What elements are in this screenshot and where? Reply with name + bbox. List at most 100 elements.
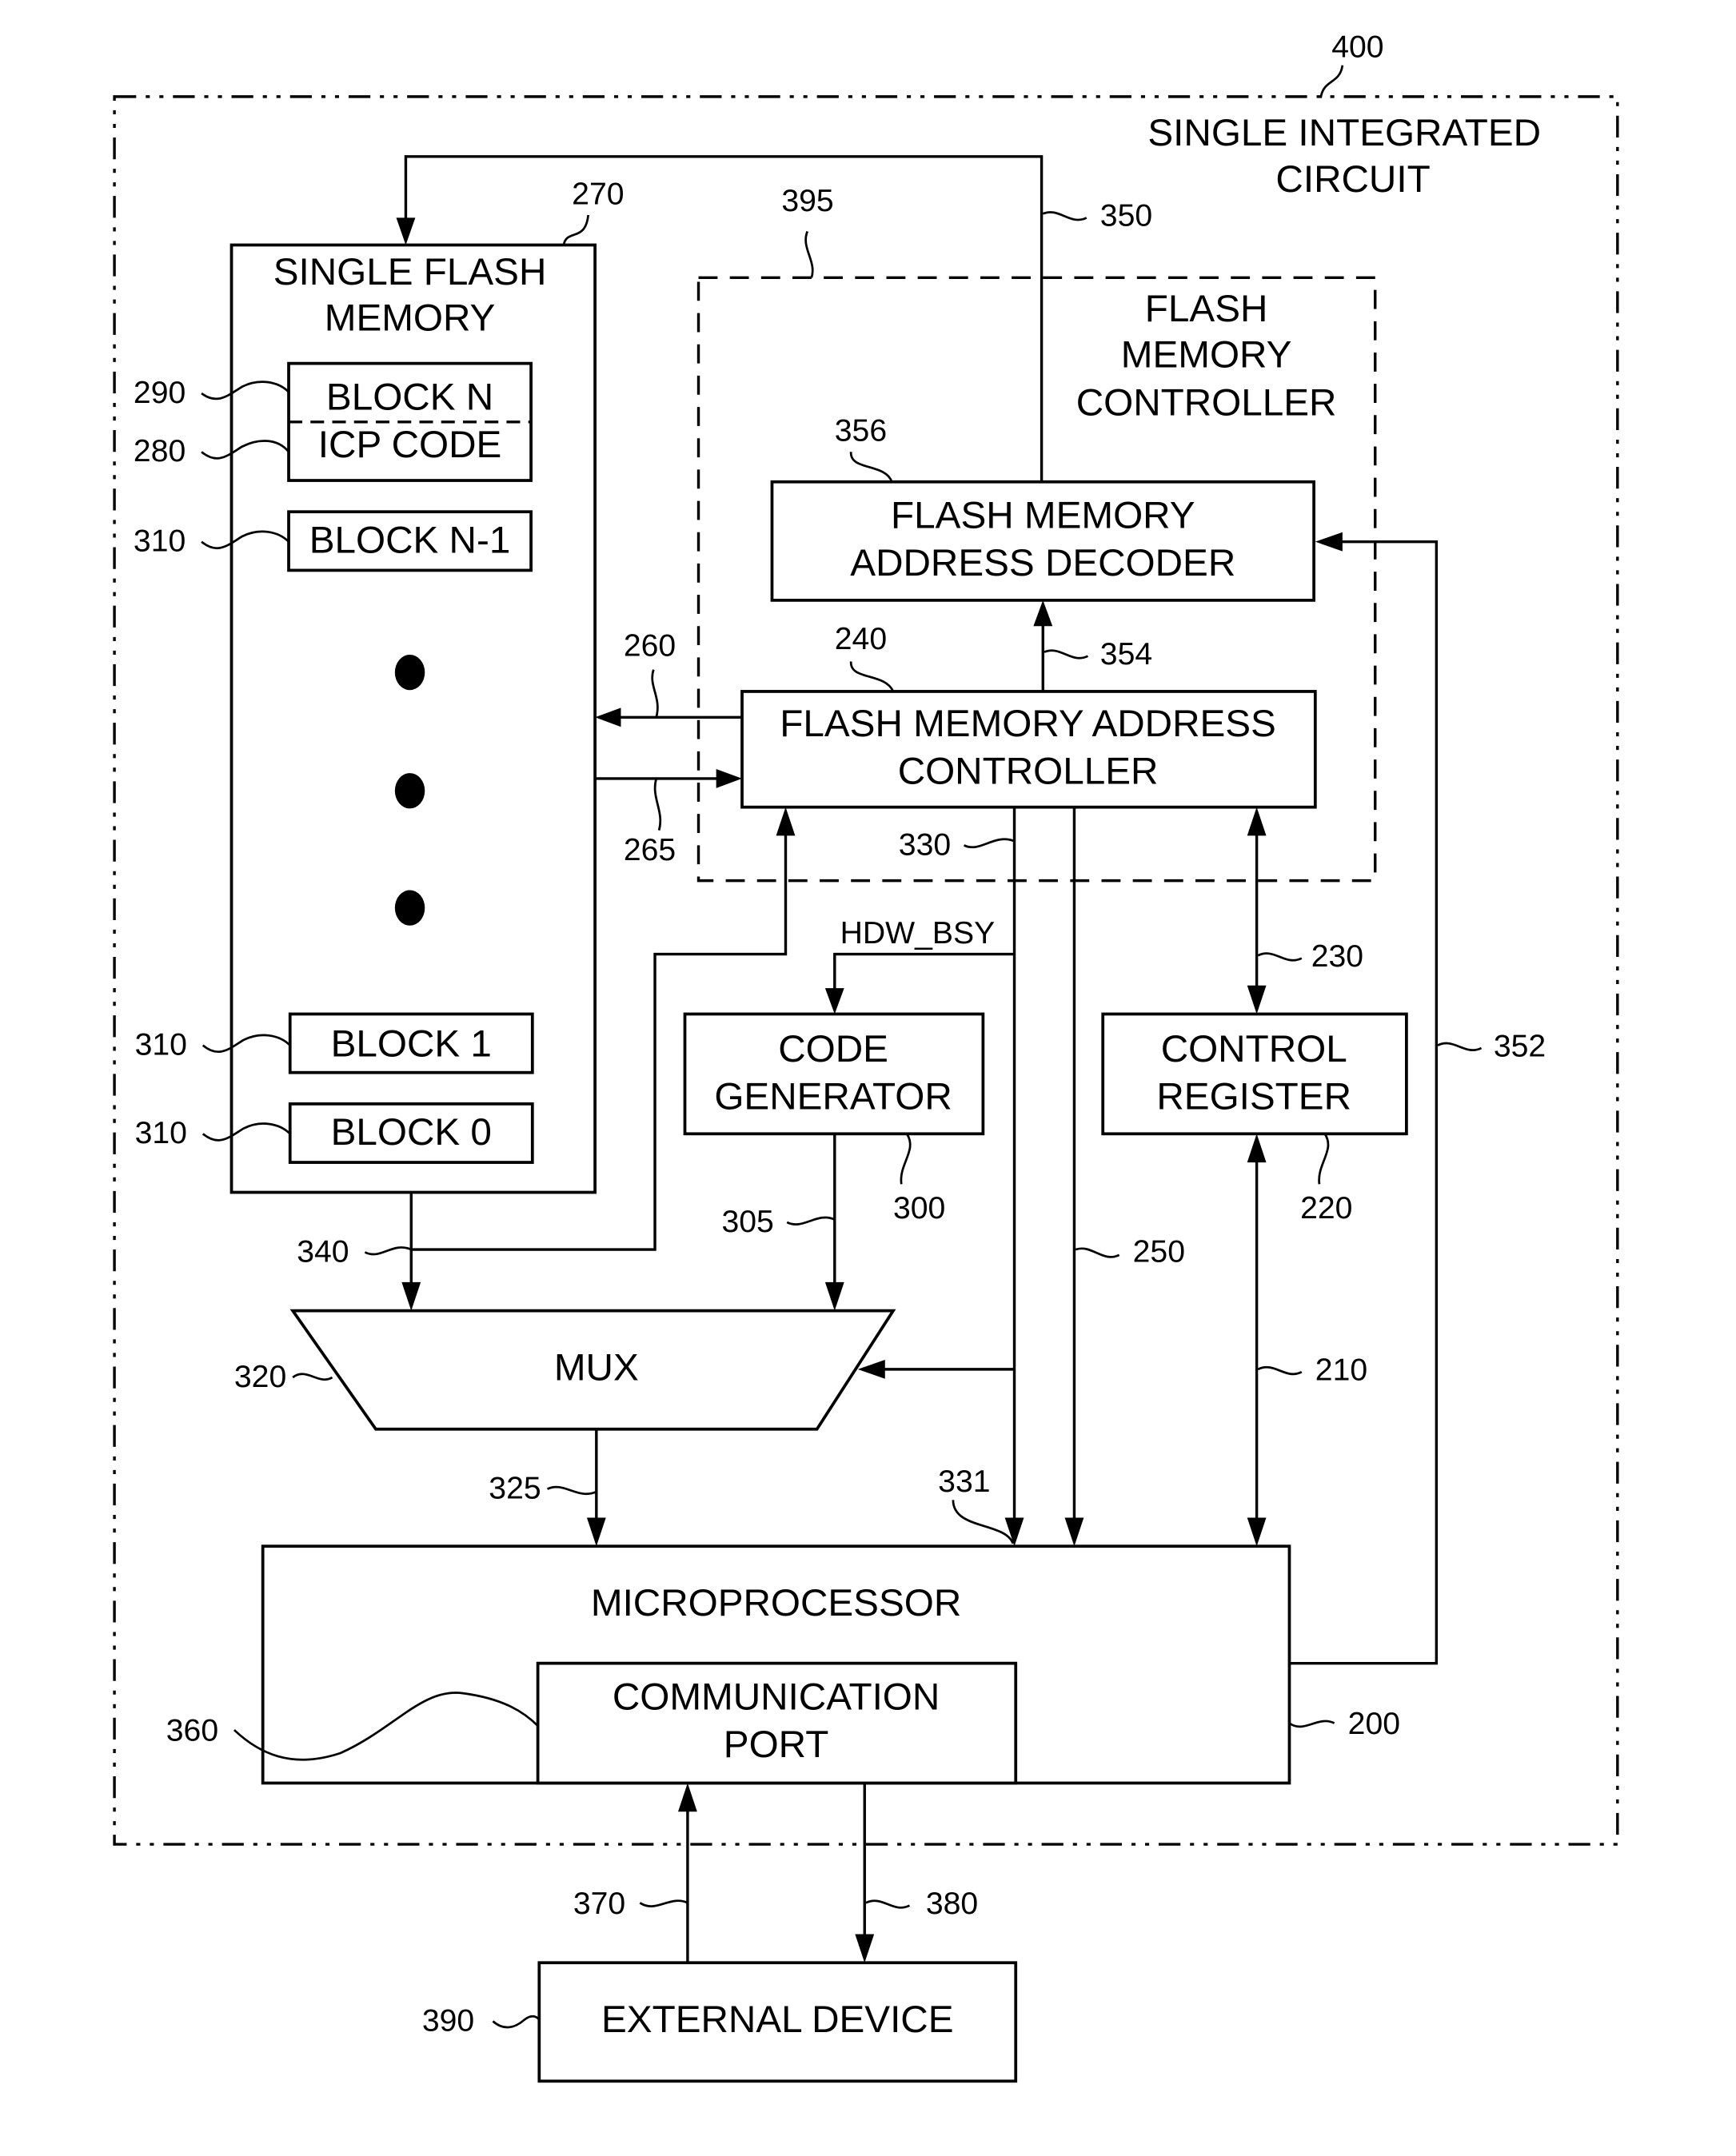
signal-380-arrowhead (855, 1934, 875, 1963)
block-n-label: BLOCK N (326, 376, 493, 418)
address-controller-leader (849, 661, 895, 692)
address-controller-line-1: FLASH MEMORY ADDRESS (780, 703, 1276, 745)
block-n-minus-1-ref: 310 (134, 524, 186, 559)
signal-380-leader (865, 1899, 911, 1909)
block-1-ref: 310 (135, 1028, 187, 1062)
signal-260-leader (651, 669, 659, 718)
microprocessor-ref: 200 (1348, 1707, 1400, 1741)
signal-352-arrowhead (1315, 532, 1343, 552)
control-register-line-1: CONTROL (1161, 1028, 1347, 1070)
signal-230-arrowhead-down (1247, 985, 1267, 1014)
signal-340-branch-arrowhead (776, 807, 796, 836)
code-generator-ref: 300 (893, 1191, 945, 1225)
signal-230-leader (1257, 952, 1303, 962)
signal-250-leader (1075, 1247, 1120, 1258)
signal-260-ref: 260 (624, 629, 676, 664)
block-n-minus-1-label: BLOCK N-1 (309, 519, 511, 561)
signal-325-ref: 325 (489, 1472, 541, 1506)
flash-controller-group-title-3: CONTROLLER (1076, 381, 1337, 424)
signal-325-leader (546, 1485, 597, 1495)
control-register-leader (1318, 1133, 1330, 1185)
mux-ref: 320 (234, 1360, 286, 1394)
block-0-ref: 310 (135, 1116, 187, 1150)
block-0-label: BLOCK 0 (331, 1111, 492, 1154)
signal-210-ref: 210 (1315, 1353, 1367, 1387)
block-diagram: 400 SINGLE INTEGRATED CIRCUIT 395 FLASH … (113, 30, 1619, 2083)
flash-controller-group-title-2: MEMORY (1121, 334, 1292, 377)
hdw-bsy-label: HDW_BSY (840, 916, 996, 950)
signal-350-leader (1042, 211, 1087, 221)
flash-controller-group-leader (804, 230, 814, 278)
communication-port-ref: 360 (166, 1714, 218, 1748)
signal-305-leader (786, 1216, 836, 1225)
signal-265-arrowhead (716, 768, 743, 788)
signal-305-ref: 305 (721, 1205, 773, 1239)
control-register-ref: 220 (1300, 1191, 1352, 1225)
signal-340-ref: 340 (297, 1234, 349, 1269)
signal-330-leader (963, 838, 1016, 849)
signal-210-arrowhead-up (1247, 1134, 1267, 1163)
signal-260-arrowhead (595, 707, 621, 727)
signal-340-arrowhead (401, 1281, 421, 1311)
ellipsis-dot (394, 654, 425, 691)
flash-controller-group-ref: 395 (781, 184, 833, 218)
code-generator-line-1: CODE (778, 1028, 888, 1070)
code-generator-line-2: GENERATOR (714, 1076, 952, 1118)
address-decoder-ref: 356 (835, 414, 887, 448)
signal-352-leader (1437, 1042, 1483, 1051)
signal-230-arrowhead-up (1247, 807, 1267, 836)
signal-354-arrowhead (1033, 600, 1053, 627)
address-controller-ref: 240 (835, 622, 887, 656)
signal-305-arrowhead (824, 1281, 844, 1311)
signal-350-ref: 350 (1100, 199, 1152, 233)
signal-370-ref: 370 (573, 1887, 625, 1921)
signal-265-ref: 265 (624, 833, 676, 867)
code-generator-leader (900, 1133, 912, 1185)
single-flash-memory-title-1: SINGLE FLASH (273, 251, 547, 293)
integrated-circuit-title-2: CIRCUIT (1275, 158, 1430, 201)
signal-340-leader (364, 1246, 412, 1256)
address-decoder-leader (849, 452, 893, 483)
signal-354-ref: 354 (1100, 637, 1152, 672)
signal-230-ref: 230 (1311, 939, 1363, 974)
single-flash-memory-title-2: MEMORY (325, 297, 496, 340)
single-flash-memory-leader (562, 214, 589, 245)
signal-370-arrowhead (677, 1783, 697, 1812)
external-device-label: EXTERNAL DEVICE (601, 1999, 954, 2041)
address-decoder-line-2: ADDRESS DECODER (850, 542, 1235, 584)
mux-label: MUX (554, 1346, 639, 1389)
integrated-circuit-title-1: SINGLE INTEGRATED (1147, 112, 1541, 154)
external-device-leader (492, 2015, 541, 2029)
integrated-circuit-leader (1319, 65, 1344, 98)
icp-code-label: ICP CODE (318, 424, 502, 466)
signal-325-arrowhead (586, 1517, 606, 1547)
signal-210-arrowhead-down (1247, 1517, 1267, 1547)
signal-265-leader (653, 778, 662, 831)
integrated-circuit-ref: 400 (1331, 30, 1383, 65)
signal-210-leader (1257, 1365, 1303, 1376)
address-decoder-line-1: FLASH MEMORY (891, 495, 1195, 537)
external-device-ref: 390 (422, 2003, 474, 2038)
signal-352-ref: 352 (1494, 1029, 1546, 1063)
block-n-ref: 290 (134, 376, 186, 410)
signal-250-ref: 250 (1133, 1234, 1185, 1269)
control-register-line-2: REGISTER (1156, 1076, 1351, 1118)
flash-controller-group-title-1: FLASH (1145, 288, 1268, 330)
microprocessor-leader (1288, 1720, 1335, 1728)
communication-port-line-2: PORT (724, 1724, 829, 1766)
ellipsis-dot (394, 773, 425, 809)
ellipsis-dot (394, 890, 425, 926)
signal-250-arrowhead (1064, 1517, 1084, 1547)
signal-331-leader (952, 1500, 1015, 1544)
communication-port-line-1: COMMUNICATION (613, 1676, 940, 1719)
mux-leader (292, 1373, 333, 1381)
single-flash-memory-ref: 270 (572, 177, 624, 211)
microprocessor-label: MICROPROCESSOR (591, 1582, 961, 1624)
signal-331-ref: 331 (938, 1465, 990, 1499)
signal-350-arrowhead (396, 217, 416, 245)
hdw-bsy-line (833, 952, 1015, 991)
signal-354-leader (1044, 649, 1089, 660)
block-1-label: BLOCK 1 (331, 1022, 492, 1065)
signal-370-leader (639, 1899, 688, 1907)
address-controller-line-2: CONTROLLER (898, 751, 1159, 793)
